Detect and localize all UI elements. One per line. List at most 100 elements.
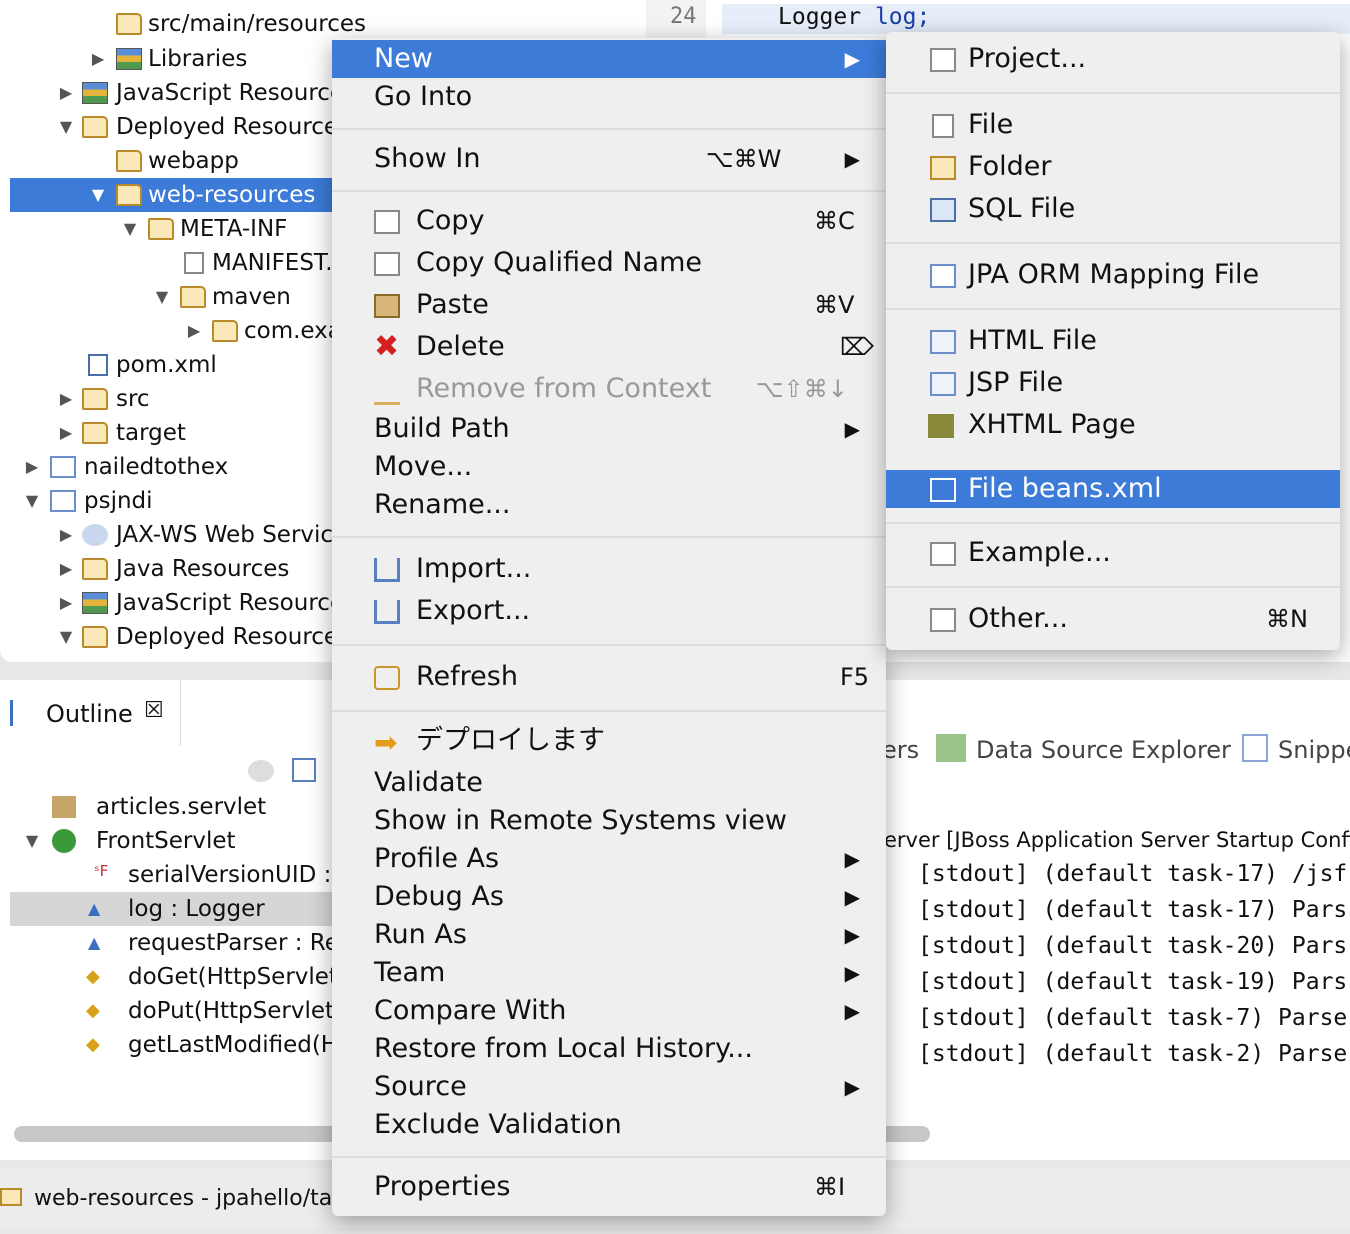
menu-item-delete[interactable]: ✖ Delete ⌦ [332, 328, 886, 366]
submenu-item-jpa-orm-mapping-file[interactable]: JPA ORM Mapping File [886, 256, 1340, 294]
menu-item-show-in[interactable]: Show In ⌥⌘W ▶ [332, 140, 886, 178]
menu-item-go-into[interactable]: Go Into [332, 78, 886, 116]
tab-snippets[interactable]: Snippe [1278, 736, 1350, 764]
copy-icon [374, 252, 400, 276]
jpa-orm-icon [930, 264, 956, 288]
export-icon [374, 600, 400, 624]
new-example-icon [930, 542, 956, 566]
menu-item-deploy[interactable]: ➡ デプロイします [332, 722, 886, 760]
new-submenu: Project... File Folder SQL File JPA ORM … [886, 32, 1340, 650]
menu-item-rename[interactable]: Rename... [332, 486, 886, 524]
submenu-arrow-icon: ▶ [844, 923, 860, 947]
expand-arrow-icon[interactable]: ▶ [22, 450, 42, 484]
submenu-arrow-icon: ▶ [844, 885, 860, 909]
menu-item-exclude-validation[interactable]: Exclude Validation [332, 1106, 886, 1144]
import-icon [374, 558, 400, 582]
submenu-item-xhtml-page[interactable]: XHTML Page [886, 406, 1340, 444]
collapse-arrow-icon[interactable]: ▼ [56, 110, 76, 144]
menu-separator [886, 522, 1340, 524]
menu-separator [332, 644, 886, 646]
expand-arrow-icon[interactable]: ▶ [56, 518, 76, 552]
folder-icon [116, 13, 142, 35]
menu-item-move[interactable]: Move... [332, 448, 886, 486]
collapse-arrow-icon[interactable]: ▼ [22, 824, 42, 858]
line-number: 24 [670, 4, 697, 29]
folder-icon [148, 218, 174, 240]
submenu-item-jsp-file[interactable]: JSP File [886, 364, 1340, 402]
submenu-arrow-icon: ▶ [844, 1075, 860, 1099]
menu-item-copy-qualified-name[interactable]: Copy Qualified Name [332, 244, 886, 282]
deployed-resources-icon [82, 116, 108, 138]
menu-item-restore-from-local-history[interactable]: Restore from Local History... [332, 1030, 886, 1068]
xhtml-page-icon [928, 414, 954, 438]
context-menu: New ▶ Go Into Show In ⌥⌘W ▶ Copy ⌘C Copy Qua… [332, 38, 886, 1216]
menu-item-remove-from-context: Remove from Context ⌥⇧⌘↓ [332, 370, 886, 408]
collapse-all-icon[interactable] [292, 758, 316, 782]
submenu-item-folder[interactable]: Folder [886, 148, 1340, 186]
tab-data-source-explorer[interactable]: Data Source Explorer [976, 736, 1231, 764]
expand-arrow-icon[interactable]: ▶ [56, 382, 76, 416]
collapse-arrow-icon[interactable]: ▼ [88, 178, 108, 212]
menu-item-new[interactable]: New ▶ [332, 40, 886, 78]
menu-item-build-path[interactable]: Build Path ▶ [332, 410, 886, 448]
submenu-arrow-icon: ▶ [844, 847, 860, 871]
package-icon [52, 796, 76, 818]
html-file-icon [930, 330, 956, 354]
expand-arrow-icon[interactable]: ▶ [56, 552, 76, 586]
tab-servers[interactable]: ers [882, 736, 919, 764]
folder-icon [180, 286, 206, 308]
menu-item-debug-as[interactable]: Debug As ▶ [332, 878, 886, 916]
static-final-icon: ˢF [94, 862, 109, 880]
submenu-item-file[interactable]: File [886, 106, 1340, 144]
menu-item-paste[interactable]: Paste ⌘V [332, 286, 886, 324]
submenu-item-project[interactable]: Project... [886, 40, 1340, 78]
menu-separator [332, 128, 886, 130]
menu-item-run-as[interactable]: Run As ▶ [332, 916, 886, 954]
menu-item-refresh[interactable]: Refresh F5 [332, 658, 886, 696]
sort-icon[interactable] [248, 760, 274, 782]
console-title: erver [JBoss Application Server Startup … [884, 828, 1350, 852]
submenu-item-sql-file[interactable]: SQL File [886, 190, 1340, 228]
paste-icon [374, 294, 400, 318]
submenu-item-html-file[interactable]: HTML File [886, 322, 1340, 360]
expand-arrow-icon[interactable]: ▶ [184, 314, 204, 348]
data-source-icon [936, 734, 966, 762]
collapse-arrow-icon[interactable]: ▼ [56, 620, 76, 654]
menu-item-properties[interactable]: Properties ⌘I [332, 1168, 886, 1206]
collapse-arrow-icon[interactable]: ▼ [120, 212, 140, 246]
menu-item-export[interactable]: Export... [332, 592, 886, 630]
tree-item[interactable]: src/main/resources [0, 7, 580, 41]
submenu-arrow-icon: ▶ [844, 47, 860, 71]
menu-separator [886, 242, 1340, 244]
menu-item-import[interactable]: Import... [332, 550, 886, 588]
menu-item-validate[interactable]: Validate [332, 764, 886, 802]
submenu-item-file-beans-xml[interactable]: File beans.xml [886, 470, 1340, 508]
menu-item-compare-with[interactable]: Compare With ▶ [332, 992, 886, 1030]
menu-item-show-remote-systems[interactable]: Show in Remote Systems view [332, 802, 886, 840]
submenu-item-example[interactable]: Example... [886, 534, 1340, 572]
collapse-arrow-icon[interactable]: ▼ [22, 484, 42, 518]
menu-item-copy[interactable]: Copy ⌘C [332, 202, 886, 240]
menu-separator [332, 1156, 886, 1158]
menu-item-profile-as[interactable]: Profile As ▶ [332, 840, 886, 878]
copy-icon [374, 210, 400, 234]
folder-icon [0, 1188, 22, 1206]
menu-separator [886, 308, 1340, 310]
folder-icon [82, 422, 108, 444]
menu-item-team[interactable]: Team ▶ [332, 954, 886, 992]
expand-arrow-icon[interactable]: ▶ [88, 42, 108, 76]
deployed-resources-icon [82, 626, 108, 648]
expand-arrow-icon[interactable]: ▶ [56, 586, 76, 620]
submenu-item-other[interactable]: Other... ⌘N [886, 600, 1340, 638]
menu-separator [886, 92, 1340, 94]
expand-arrow-icon[interactable]: ▶ [56, 416, 76, 450]
menu-item-source[interactable]: Source ▶ [332, 1068, 886, 1106]
private-field-icon: ▲ [88, 899, 101, 918]
new-project-icon [930, 48, 956, 72]
outline-tab[interactable]: Outline ☒ [0, 680, 181, 746]
protected-method-icon: ◆ [86, 966, 100, 987]
expand-arrow-icon[interactable]: ▶ [56, 76, 76, 110]
library-icon [82, 82, 108, 104]
collapse-arrow-icon[interactable]: ▼ [152, 280, 172, 314]
close-icon[interactable]: ☒ [144, 698, 164, 723]
